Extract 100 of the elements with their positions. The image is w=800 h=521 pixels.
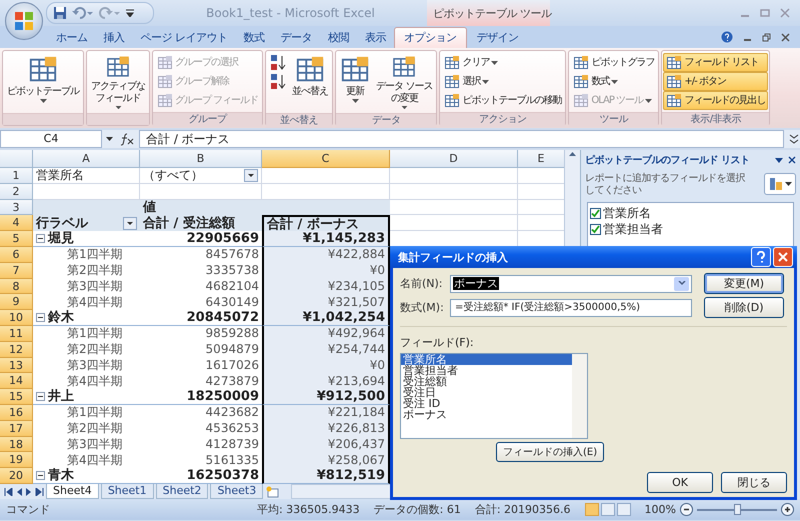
caret-icon[interactable] bbox=[106, 137, 113, 141]
list-item[interactable]: 受注総額 bbox=[401, 376, 572, 387]
formula-field[interactable]: 合計 / ボーナス bbox=[139, 130, 784, 148]
ribbon-tab[interactable]: 校閲 bbox=[320, 27, 357, 48]
save-icon[interactable] bbox=[53, 6, 67, 20]
row-header[interactable]: 1 bbox=[0, 168, 33, 184]
list-item[interactable]: 受注日 bbox=[401, 387, 572, 398]
row-header[interactable]: 12 bbox=[0, 342, 33, 358]
zoom-out-button[interactable] bbox=[680, 503, 693, 516]
modify-button[interactable]: 変更(M) bbox=[704, 273, 784, 294]
ribbon-button[interactable]: クリア bbox=[441, 53, 564, 72]
list-item[interactable]: 営業担当者 bbox=[401, 365, 572, 376]
row-header[interactable]: 3 bbox=[0, 200, 33, 216]
row-header[interactable]: 16 bbox=[0, 404, 33, 421]
column-header[interactable]: D bbox=[390, 150, 518, 168]
layout-button[interactable] bbox=[764, 173, 796, 195]
next-sheet-icon[interactable] bbox=[25, 488, 33, 496]
previous-sheet-icon[interactable] bbox=[15, 488, 23, 496]
ribbon-button[interactable]: 選択 bbox=[441, 72, 564, 91]
table-cell-text: 4682104 bbox=[204, 278, 260, 294]
formula-input[interactable]: =受注総額* IF(受注総額>3500000,5%) bbox=[450, 298, 692, 316]
row-header[interactable]: 17 bbox=[0, 420, 33, 437]
row-header[interactable]: 8 bbox=[0, 278, 33, 294]
row-label: 第3四半期 bbox=[66, 358, 124, 374]
help-icon[interactable] bbox=[721, 31, 733, 43]
ribbon-button[interactable]: +/- ボタン bbox=[663, 72, 768, 91]
ribbon-tab[interactable]: 数式 bbox=[236, 27, 272, 48]
dropdown-icon[interactable] bbox=[244, 168, 258, 182]
row-header[interactable]: 5 bbox=[0, 231, 33, 247]
list-scrollbar[interactable] bbox=[572, 354, 587, 438]
ribbon-tab[interactable]: デザイン bbox=[466, 27, 528, 48]
ribbon-tab[interactable]: オプション bbox=[394, 27, 466, 48]
first-sheet-icon[interactable] bbox=[4, 488, 13, 496]
row-header[interactable]: 11 bbox=[0, 326, 33, 342]
zoom-in-button[interactable] bbox=[781, 503, 794, 516]
zoom-slider-thumb[interactable] bbox=[734, 504, 741, 514]
scroll-up-icon[interactable] bbox=[569, 152, 576, 156]
ribbon-button[interactable]: 数式 bbox=[570, 72, 658, 91]
field-list-box[interactable]: 営業所名 営業担当者 受注総額 受注日 受注 ID ボーナス bbox=[400, 353, 588, 439]
caret-icon[interactable] bbox=[775, 158, 783, 162]
undo-icon[interactable] bbox=[72, 6, 94, 20]
expand-icon[interactable] bbox=[788, 132, 800, 146]
ribbon-tab[interactable]: データ bbox=[272, 27, 320, 48]
ribbon-button[interactable]: フィールド リスト bbox=[663, 53, 768, 72]
checkbox[interactable] bbox=[590, 224, 601, 234]
ribbon-tab[interactable]: 挿入 bbox=[96, 27, 132, 48]
checkbox[interactable] bbox=[590, 208, 601, 218]
ribbon-button[interactable]: 更新 bbox=[337, 53, 374, 111]
close-dialog-button[interactable]: 閉じる bbox=[721, 472, 787, 493]
sheet-tab[interactable]: Sheet1 bbox=[100, 484, 154, 499]
help-button[interactable] bbox=[751, 247, 771, 267]
ok-button[interactable]: OK bbox=[647, 472, 713, 493]
dropdown-button[interactable] bbox=[674, 276, 689, 290]
delete-button[interactable]: 削除(D) bbox=[704, 297, 784, 318]
ribbon-button[interactable]: ピボットグラフ bbox=[570, 53, 658, 72]
insert-sheet-icon[interactable] bbox=[265, 486, 282, 498]
list-item[interactable]: 受注 ID bbox=[401, 398, 572, 409]
collapse-icon[interactable] bbox=[36, 392, 45, 402]
row-header[interactable]: 18 bbox=[0, 436, 33, 452]
row-header[interactable]: 10 bbox=[0, 310, 33, 326]
customize-icon[interactable] bbox=[126, 9, 134, 17]
dropdown-icon[interactable] bbox=[123, 216, 137, 230]
row-header[interactable]: 15 bbox=[0, 389, 33, 405]
ribbon-button[interactable]: データ ソース の変更 bbox=[373, 53, 436, 111]
ribbon-button[interactable]: フィールドの見出し bbox=[663, 91, 768, 110]
column-header[interactable]: E bbox=[518, 150, 564, 168]
collapse-icon[interactable] bbox=[36, 313, 45, 322]
row-header[interactable]: 13 bbox=[0, 358, 33, 374]
column-header[interactable]: C bbox=[262, 150, 390, 168]
sheet-tab[interactable]: Sheet4 bbox=[46, 484, 99, 499]
collapse-icon[interactable] bbox=[36, 471, 45, 480]
row-header[interactable]: 2 bbox=[0, 184, 33, 200]
restore-icon[interactable] bbox=[762, 32, 771, 42]
sheet-tab[interactable]: Sheet3 bbox=[210, 484, 264, 499]
column-header[interactable]: A bbox=[33, 150, 140, 168]
column-header[interactable]: B bbox=[140, 150, 262, 168]
name-box[interactable]: C4 bbox=[0, 130, 102, 148]
ribbon-tab[interactable]: ページ レイアウト bbox=[132, 27, 236, 48]
name-combo-box[interactable]: ボーナス bbox=[450, 274, 692, 292]
row-header[interactable]: 4 bbox=[0, 215, 33, 232]
close-button[interactable] bbox=[773, 247, 793, 267]
ribbon-tab[interactable]: 表示 bbox=[357, 27, 394, 48]
ribbon-button[interactable]: 並べ替え bbox=[289, 53, 332, 111]
row-header[interactable]: 7 bbox=[0, 262, 33, 279]
ribbon-button[interactable]: ピボットテーブルの移動 bbox=[441, 91, 564, 110]
collapse-icon[interactable] bbox=[36, 234, 45, 244]
insert-field-button[interactable]: フィールドの挿入(E) bbox=[496, 442, 604, 462]
list-item[interactable]: ボーナス bbox=[401, 409, 572, 420]
row-header[interactable]: 6 bbox=[0, 246, 33, 263]
last-sheet-icon[interactable] bbox=[35, 488, 44, 496]
row-header[interactable]: 20 bbox=[0, 468, 33, 484]
row-header[interactable]: 9 bbox=[0, 294, 33, 310]
row-header[interactable]: 19 bbox=[0, 452, 33, 468]
close-icon[interactable] bbox=[788, 156, 796, 164]
row-label: 堀見 bbox=[48, 231, 74, 246]
row-header[interactable]: 14 bbox=[0, 373, 33, 390]
sheet-tab[interactable]: Sheet2 bbox=[156, 484, 208, 499]
ribbon-tab[interactable]: ホーム bbox=[48, 27, 96, 48]
list-item[interactable]: 営業所名 bbox=[401, 354, 572, 365]
close-icon[interactable] bbox=[781, 32, 790, 42]
